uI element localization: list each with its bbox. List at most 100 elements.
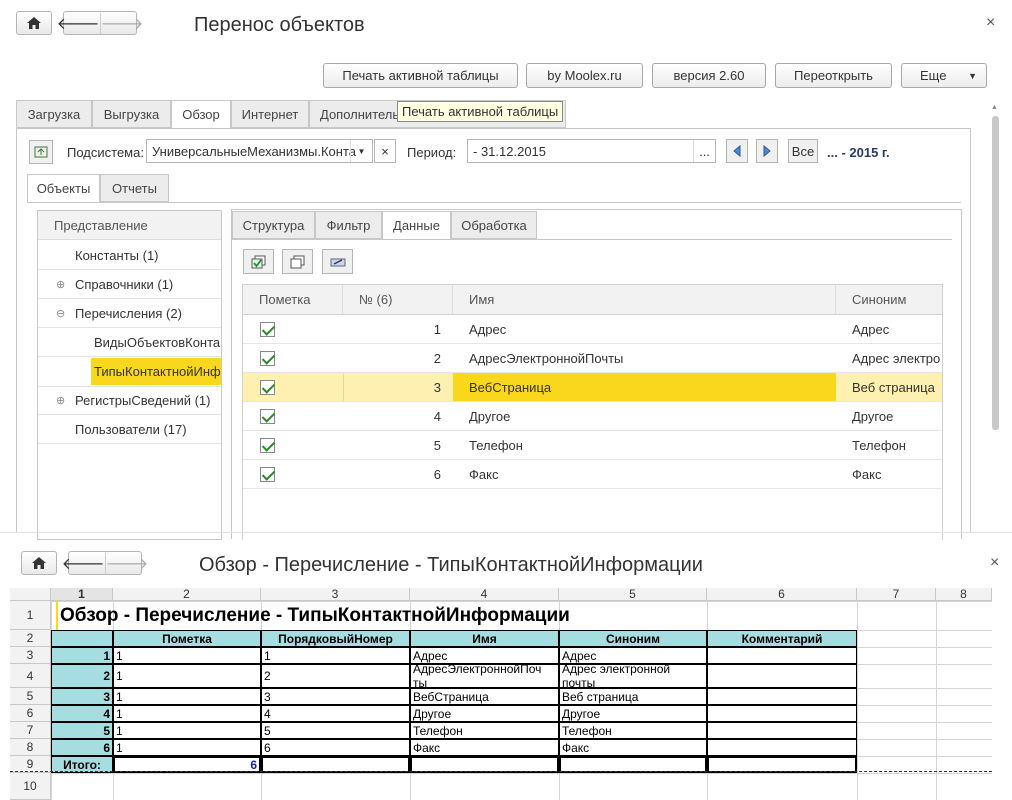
tree-item-constants[interactable]: Константы (1) <box>38 241 221 270</box>
column-header[interactable]: 5 <box>559 588 707 601</box>
row-mark-cell[interactable] <box>243 315 343 343</box>
col-header-number[interactable]: № (6) <box>343 285 453 314</box>
column-header[interactable]: 7 <box>857 588 936 601</box>
check-all-icon[interactable] <box>243 249 274 274</box>
cell-order[interactable]: 3 <box>261 688 410 705</box>
tree-item-contact-types[interactable]: ТипыКонтактнойИнфо <box>38 357 221 386</box>
row-header[interactable]: 6 <box>10 705 51 722</box>
checkbox[interactable] <box>260 466 275 482</box>
cell-name[interactable]: Телефон <box>410 722 559 739</box>
tab-internet[interactable]: Интернет <box>231 100 309 128</box>
tree-item-registers[interactable]: ⊕ РегистрыСведений (1) <box>38 386 221 415</box>
reopen-button[interactable]: Переоткрыть <box>775 63 892 88</box>
checkbox[interactable] <box>260 379 275 395</box>
row-mark-cell[interactable] <box>243 431 343 459</box>
uncheck-all-icon[interactable] <box>282 249 313 274</box>
tab-unload[interactable]: Выгрузка <box>92 100 171 128</box>
cell-comment[interactable] <box>707 705 857 722</box>
row-header[interactable]: 8 <box>10 739 51 756</box>
vertical-scrollbar[interactable]: ▲ <box>990 104 1000 532</box>
cell-name[interactable]: Факс <box>410 739 559 756</box>
tab-structure[interactable]: Структура <box>232 211 315 239</box>
prev-period-icon[interactable] <box>726 139 748 163</box>
row-header[interactable]: 2 <box>10 630 51 647</box>
close-icon[interactable]: × <box>986 14 995 32</box>
tree-item-object-kinds[interactable]: ВидыОбъектовКонта <box>38 328 221 357</box>
tab-data[interactable]: Данные <box>382 211 451 240</box>
version-button[interactable]: версия 2.60 <box>652 63 766 88</box>
expand-icon[interactable]: ⊕ <box>56 394 75 407</box>
cell-order[interactable]: 4 <box>261 705 410 722</box>
cell-mark[interactable]: 1 <box>113 722 261 739</box>
row-mark-cell[interactable] <box>243 344 343 372</box>
cell-comment[interactable] <box>707 664 857 688</box>
tree-item-users[interactable]: Пользователи (17) <box>38 415 221 444</box>
table-row[interactable]: 5 Телефон Телефон <box>243 431 942 460</box>
tab-processing[interactable]: Обработка <box>451 211 537 239</box>
cell-mark[interactable]: 1 <box>113 688 261 705</box>
tab-filter[interactable]: Фильтр <box>315 211 382 239</box>
forward-arrow-icon[interactable]: 🡒 <box>101 13 144 34</box>
cell-comment[interactable] <box>707 647 857 664</box>
subsystem-refresh-button[interactable] <box>29 140 53 164</box>
row-mark-cell[interactable] <box>243 373 343 401</box>
cell-synonym[interactable]: Факс <box>559 739 707 756</box>
column-header[interactable]: 1 <box>51 588 113 601</box>
row-header[interactable]: 1 <box>10 601 51 630</box>
subsystem-field[interactable]: УниверсальныеМеханизмы.Конта ▼ <box>146 139 373 163</box>
table-row[interactable]: 2 АдресЭлектроннойПочты Адрес электро <box>243 344 942 373</box>
cell-synonym[interactable]: Адрес электронной почты <box>559 664 707 688</box>
row-header[interactable]: 5 <box>10 688 51 705</box>
back-arrow-icon[interactable]: 🡐 <box>57 12 101 34</box>
cell-synonym[interactable]: Адрес <box>559 647 707 664</box>
checkbox[interactable] <box>260 321 275 337</box>
checkbox[interactable] <box>260 350 275 366</box>
table-row[interactable]: 4 Другое Другое <box>243 402 942 431</box>
row-header[interactable]: 4 <box>10 664 51 688</box>
tab-overview[interactable]: Обзор <box>171 100 231 129</box>
row-header[interactable]: 3 <box>10 647 51 664</box>
expand-icon[interactable]: ⊕ <box>56 278 75 291</box>
checkbox[interactable] <box>260 437 275 453</box>
cell-name[interactable]: АдресЭлектроннойПоч ты <box>410 664 559 688</box>
col-header-mark[interactable]: Пометка <box>243 285 343 314</box>
period-field[interactable]: - 31.12.2015 ... <box>467 139 716 163</box>
cell-comment[interactable] <box>707 722 857 739</box>
table-row[interactable]: 6 Факс Факс <box>243 460 942 489</box>
row-mark-cell[interactable] <box>243 402 343 430</box>
more-button[interactable]: Еще ▼ <box>901 63 987 88</box>
home-button[interactable] <box>16 11 52 35</box>
cell-name[interactable]: Другое <box>410 705 559 722</box>
cell-order[interactable]: 6 <box>261 739 410 756</box>
chevron-down-icon[interactable]: ▼ <box>350 140 372 162</box>
scroll-thumb[interactable] <box>992 116 999 430</box>
col-header-synonym[interactable]: Синоним <box>836 285 942 314</box>
column-header[interactable]: 3 <box>261 588 410 601</box>
cell-name[interactable]: ВебСтраница <box>410 688 559 705</box>
cell-name[interactable]: Адрес <box>410 647 559 664</box>
cell-mark[interactable]: 1 <box>113 705 261 722</box>
column-header[interactable]: 8 <box>936 588 992 601</box>
cell-synonym[interactable]: Другое <box>559 705 707 722</box>
row-mark-cell[interactable] <box>243 460 343 488</box>
cell-mark[interactable]: 1 <box>113 739 261 756</box>
cell-synonym[interactable]: Телефон <box>559 722 707 739</box>
column-header[interactable]: 2 <box>113 588 261 601</box>
spreadsheet[interactable]: 1 2 3 4 5 6 7 8 1 2 3 4 5 6 7 8 9 10 Обзор - Перечисление … <box>10 588 992 800</box>
moolex-button[interactable]: by Moolex.ru <box>526 63 643 88</box>
row-header[interactable]: 10 <box>10 773 51 800</box>
tab-reports[interactable]: Отчеты <box>100 174 169 202</box>
home-button-2[interactable] <box>21 551 57 575</box>
print-active-table-button[interactable]: Печать активной таблицы <box>323 63 518 88</box>
clear-icon[interactable]: × <box>374 139 396 163</box>
edit-icon[interactable] <box>322 249 353 274</box>
forward-arrow-icon[interactable]: 🡒 <box>106 553 149 574</box>
tab-objects[interactable]: Объекты <box>27 174 100 203</box>
table-row[interactable]: 1 Адрес Адрес <box>243 315 942 344</box>
column-header[interactable]: 4 <box>410 588 559 601</box>
tree-item-enums[interactable]: ⊖ Перечисления (2) <box>38 299 221 328</box>
cell-comment[interactable] <box>707 688 857 705</box>
cell-order[interactable]: 5 <box>261 722 410 739</box>
tree-item-catalogs[interactable]: ⊕ Справочники (1) <box>38 270 221 299</box>
cell-mark[interactable]: 1 <box>113 647 261 664</box>
